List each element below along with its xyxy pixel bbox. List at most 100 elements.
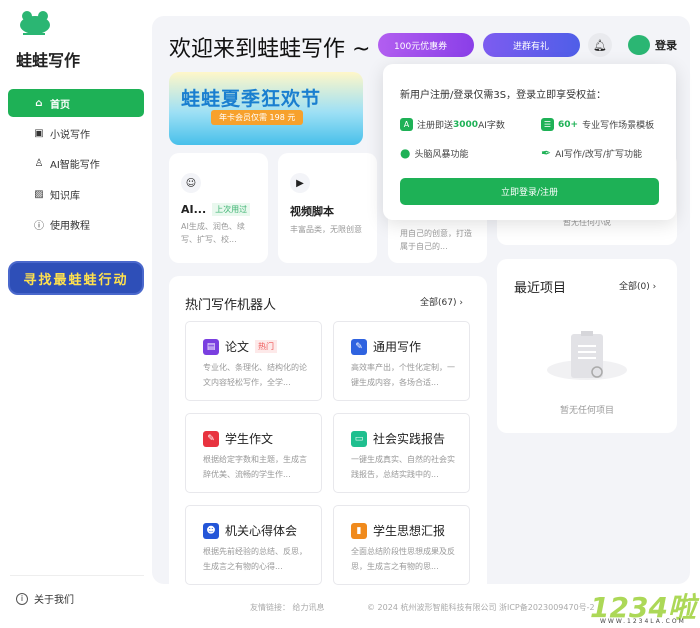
novel-icon: ▣ — [34, 127, 44, 139]
feature-brainstorm: ● 头脑风暴功能 — [400, 146, 469, 160]
info-icon: i — [16, 592, 28, 605]
view-all-robots-link[interactable]: 全部(67) › — [420, 295, 463, 308]
sidebar: 蛙蛙写作 ⌂ 首页 ▣ 小说写作 ♙ AI智能写作 ▨ 知识库 ⓘ 使用教程 寻找最蛙蛙行… — [0, 0, 152, 628]
robot-icon: ▤ — [203, 338, 219, 355]
watermark-url: WWW.1234LA.COM — [600, 618, 686, 625]
feature-text: 专业写作场景模板 — [582, 121, 655, 131]
feature-ai-writing: ✒ AI写作/改写/扩写功能 — [541, 146, 642, 160]
feature-text: 头脑风暴功能 — [414, 149, 469, 160]
sidebar-item-novel[interactable]: ▣ 小说写作 — [8, 119, 144, 147]
frog-logo — [20, 11, 50, 35]
hot-robots-panel: 热门写作机器人 全部(67) › ▤ 论文 热门专业化、条理化、结构化的论文内容轻松… — [169, 276, 487, 585]
feature-text: 注册即送 — [417, 121, 454, 131]
popup-heading: 新用户注册/登录仅需3S，登录立即享受权益： — [400, 90, 607, 101]
robot-icon: ▮ — [351, 522, 367, 539]
quick-card-video[interactable]: ▶ 视频脚本 丰富品类，无限创意 — [278, 153, 377, 263]
sidebar-item-label: 首页 — [50, 99, 70, 111]
robot-card[interactable]: ✎ 学生作文根据给定字数和主题，生成言辞优美、流畅的学生作... — [185, 413, 322, 493]
robot-icon: ☻ — [203, 522, 219, 539]
card-desc: AI生成、润色、续写、扩写、校... — [181, 222, 245, 244]
card-desc: 丰富品类，无限创意 — [290, 225, 362, 234]
bell-icon[interactable]: 🔔︎ — [588, 33, 612, 57]
banner-subtitle: 年卡会员仅需 198 元 — [211, 110, 304, 125]
video-icon: ▶ — [290, 173, 310, 193]
hot-badge: 热门 — [255, 340, 278, 353]
sidebar-item-ai-writing[interactable]: ♙ AI智能写作 — [8, 149, 144, 177]
robot-icon: ♙ — [34, 157, 44, 169]
lightbulb-icon: ● — [400, 146, 411, 160]
login-popup: 新用户注册/登录仅需3S，登录立即享受权益： A 注册即送 3000 AI字数 ☰ 60… — [383, 64, 676, 220]
brand-name: 蛙蛙写作 — [16, 51, 81, 70]
feature-words: A 注册即送 3000 AI字数 — [400, 118, 505, 131]
robot-card[interactable]: ▭ 社会实践报告一键生成真实、自然的社会实践报告，总结实践中的... — [333, 413, 470, 493]
robot-name: 论文 — [225, 340, 250, 354]
robot-card[interactable]: ✎ 通用写作高效率产出，个性化定制，一键生成内容，各场合适... — [333, 321, 470, 401]
robot-desc: 高效率产出，个性化定制，一键生成内容，各场合适... — [351, 363, 455, 387]
robot-desc: 专业化、条理化、结构化的论文内容轻松写作，全学... — [203, 363, 307, 387]
robot-name: 机关心得体会 — [225, 524, 298, 538]
friend-links: 友情链接： 给力讯息 — [250, 602, 325, 613]
join-group-button[interactable]: 进群有礼 — [483, 33, 580, 57]
login-button[interactable]: 登录 — [655, 37, 677, 53]
robot-icon: ✎ — [351, 338, 367, 355]
robot-card[interactable]: ▤ 论文 热门专业化、条理化、结构化的论文内容轻松写作，全学... — [185, 321, 322, 401]
sidebar-item-tutorial[interactable]: ⓘ 使用教程 — [8, 210, 144, 238]
last-used-badge: 上次用过 — [212, 203, 251, 216]
robot-icon: ✎ — [203, 430, 219, 447]
robot-desc: 根据先前经验的总结、反思，生成言之有物的心得... — [203, 547, 307, 571]
about-us-link[interactable]: i 关于我们 — [16, 591, 74, 606]
friend-link[interactable]: 给力讯息 — [293, 603, 325, 612]
sidebar-item-home[interactable]: ⌂ 首页 — [8, 89, 144, 117]
banner-title: 蛙蛙夏季狂欢节 — [181, 88, 322, 110]
feature-text: AI写作/改写/扩写功能 — [555, 149, 642, 160]
page-title: 欢迎来到蛙蛙写作 ~ — [169, 37, 371, 62]
home-icon: ⌂ — [35, 97, 43, 109]
login-register-button[interactable]: 立即登录/注册 — [400, 178, 659, 205]
card-title: 视频脚本 — [290, 205, 334, 218]
robot-desc: 根据给定字数和主题，生成言辞优美、流畅的学生作... — [203, 455, 307, 479]
card-desc: 用自己的创意，打造属于自己的... — [400, 229, 472, 251]
feature-text: AI字数 — [478, 121, 505, 131]
robot-icon: ▭ — [351, 430, 367, 447]
coupon-label: 100元优惠券 — [394, 41, 448, 52]
image-icon: ▨ — [34, 188, 44, 200]
pen-icon: ✒ — [541, 146, 552, 160]
group-label: 进群有礼 — [513, 41, 550, 52]
about-label: 关于我们 — [34, 595, 74, 606]
feature-number: 3000 — [453, 119, 479, 130]
chat-icon: ☺ — [181, 173, 201, 193]
avatar[interactable] — [628, 35, 650, 55]
robot-card[interactable]: ▮ 学生思想汇报全面总结阶段性思想成果及反思，生成言之有物的思... — [333, 505, 470, 585]
feature-templates: ☰ 60+ 专业写作场景模板 — [541, 118, 654, 131]
letter-a-icon: A — [400, 118, 413, 131]
checklist-icon: ☰ — [541, 118, 554, 131]
robot-card[interactable]: ☻ 机关心得体会根据先前经验的总结、反思，生成言之有物的心得... — [185, 505, 322, 585]
link-label: 全部(0) — [619, 282, 650, 292]
quick-card-ai[interactable]: ☺ AI... 上次用过 AI生成、润色、续写、扩写、校... — [169, 153, 268, 263]
promo-banner[interactable]: 寻找最蛙蛙行动 — [8, 261, 144, 295]
section-title: 热门写作机器人 — [185, 298, 277, 313]
robot-name: 学生作文 — [225, 432, 274, 446]
robot-name: 学生思想汇报 — [373, 524, 446, 538]
card-title: AI... — [181, 203, 207, 216]
summer-banner[interactable]: 蛙蛙夏季狂欢节 年卡会员仅需 198 元 — [169, 72, 363, 145]
empty-text: 暂无任何项目 — [559, 406, 614, 416]
sidebar-item-label: 使用教程 — [50, 220, 90, 232]
coupon-button[interactable]: 100元优惠券 — [378, 33, 474, 57]
sidebar-item-knowledge[interactable]: ▨ 知识库 — [8, 180, 144, 208]
robot-name: 社会实践报告 — [373, 432, 446, 446]
robot-desc: 一键生成真实、自然的社会实践报告，总结实践中的... — [351, 455, 455, 479]
divider — [10, 575, 144, 576]
sidebar-item-label: 知识库 — [50, 190, 80, 202]
links-label: 友情链接： — [250, 603, 290, 612]
empty-clipboard-icon — [547, 331, 627, 380]
sidebar-item-label: 小说写作 — [50, 129, 90, 141]
view-all-projects-link[interactable]: 全部(0) › — [619, 279, 656, 292]
sidebar-item-label: AI智能写作 — [50, 159, 100, 171]
robot-name: 通用写作 — [373, 340, 422, 354]
copyright: © 2024 杭州波形智能科技有限公司 浙ICP备2023009470号-2 — [367, 603, 595, 612]
robot-desc: 全面总结阶段性思想成果及反思，生成言之有物的思... — [351, 547, 455, 571]
link-label: 全部(67) — [420, 298, 457, 308]
info-icon: ⓘ — [34, 220, 44, 232]
feature-number: 60+ — [558, 119, 579, 130]
